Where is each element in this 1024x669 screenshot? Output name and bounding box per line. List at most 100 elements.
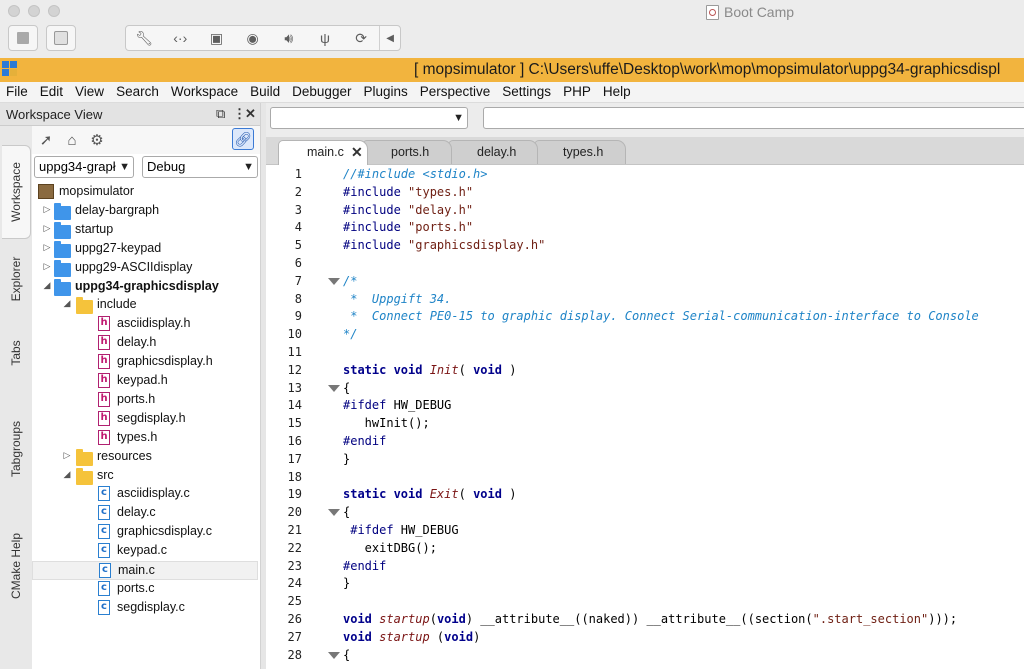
minimize-window-button[interactable] [28,5,40,17]
tree-item[interactable]: c segdisplay.c [32,599,258,618]
line-number: 16 [287,434,302,448]
tree-item[interactable]: h types.h [32,429,258,448]
workspace-header: Workspace View ⧉ ⋮ ✕ [0,103,260,126]
side-tab-cmake-help[interactable]: CMake Help [2,521,30,611]
tree-item[interactable]: c asciidisplay.c [32,485,258,504]
home-icon[interactable]: ⌂ [62,130,82,150]
c-file-icon: c [98,524,110,540]
menu-edit[interactable]: Edit [34,82,69,102]
vm-snapshot-button[interactable] [46,25,76,51]
side-tab-label: CMake Help [9,532,23,600]
code-line: #include "ports.h" [343,219,473,237]
restore-pane-icon[interactable]: ⧉ [216,106,225,122]
usb-icon[interactable]: ψ [307,26,343,50]
menu-plugins[interactable]: Plugins [357,82,413,102]
link-editor-icon[interactable]: 🔗︎ [232,128,254,150]
tree-item[interactable]: h asciidisplay.h [32,315,258,334]
fold-toggle-icon[interactable] [328,651,340,659]
wrench-icon[interactable]: 🔧︎ [126,26,162,50]
line-number: 13 [287,380,302,395]
menu-workspace[interactable]: Workspace [165,82,244,102]
header-file-icon: h [98,429,110,445]
side-tab-tabs[interactable]: Tabs [2,333,30,373]
hdd-icon[interactable]: ▣ [198,26,234,50]
expand-arrow-icon[interactable]: ▷ [62,450,72,461]
arrows-icon[interactable]: ‹·› [162,26,198,50]
code-token: Init [429,362,459,377]
expand-arrow-icon[interactable]: ▷ [42,204,52,215]
camera-icon[interactable]: ◉ [235,26,271,50]
zoom-window-button[interactable] [48,5,60,17]
tree-item[interactable]: c keypad.c [32,542,258,561]
tree-item[interactable]: c main.c [32,561,258,580]
menu-search[interactable]: Search [110,82,165,102]
header-file-icon: h [98,391,110,407]
editor-tab[interactable]: main.c ✕ [278,140,368,165]
tree-item[interactable]: c graphicsdisplay.c [32,523,258,542]
tree-item[interactable]: c ports.c [32,580,258,599]
close-pane-icon[interactable]: ✕ [245,106,256,122]
close-window-button[interactable] [8,5,20,17]
editor-tab[interactable]: delay.h [448,140,538,164]
tree-item[interactable]: ▷ uppg27-keypad [32,240,258,259]
tree-item[interactable]: ◢ uppg34-graphicsdisplay [32,278,258,297]
fold-toggle-icon[interactable] [328,384,340,392]
tree-item[interactable]: ▷ delay-bargraph [32,202,258,221]
editor-tab-label: ports.h [391,145,430,159]
tree-item[interactable]: ▷ uppg29-ASCIIdisplay [32,259,258,278]
tree-item-label: include [97,297,137,312]
tree-item[interactable]: h delay.h [32,334,258,353]
tree-item[interactable]: c delay.c [32,504,258,523]
project-select[interactable]: uppg34-grapł ▼ [34,156,134,178]
collapse-arrow-icon[interactable]: ◢ [62,298,72,309]
collapse-arrow-icon[interactable]: ◢ [42,280,52,291]
close-tab-icon[interactable]: ✕ [351,141,363,163]
fold-toggle-icon[interactable] [328,277,340,285]
menu-debugger[interactable]: Debugger [286,82,357,102]
scope-select[interactable]: ▼ [270,107,468,129]
side-tab-tabgroups[interactable]: Tabgroups [2,413,30,485]
tree-item[interactable]: h ports.h [32,391,258,410]
menu-perspective[interactable]: Perspective [414,82,497,102]
function-select[interactable] [483,107,1024,129]
tree-item[interactable]: ▷ startup [32,221,258,240]
line-number: 1 [294,167,302,181]
configuration-select[interactable]: Debug ▼ [142,156,258,178]
tree-item[interactable]: mopsimulator [32,183,258,202]
vm-suspend-button[interactable] [8,25,38,51]
side-tab-workspace[interactable]: Workspace [2,145,31,239]
line-number: 11 [287,345,302,359]
menu-build[interactable]: Build [244,82,286,102]
side-tab-explorer[interactable]: Explorer [2,249,30,309]
send-icon[interactable]: ➚ [36,130,56,150]
tree-item[interactable]: h graphicsdisplay.h [32,353,258,372]
tree-item-label: asciidisplay.c [117,486,190,501]
code-token: * Connect PE0-15 to graphic display. Con… [343,309,979,324]
code-editor[interactable]: //#include <stdio.h> #include "types.h" #i… [340,165,1024,669]
editor-tab[interactable]: types.h [534,140,626,164]
menu-settings[interactable]: Settings [496,82,557,102]
chevron-left-icon[interactable]: ◀ [379,26,400,50]
menu-help[interactable]: Help [597,82,637,102]
expand-arrow-icon[interactable]: ▷ [42,261,52,272]
expand-arrow-icon[interactable]: ▷ [42,242,52,253]
tree-item-label: uppg34-graphicsdisplay [75,278,219,293]
gear-icon[interactable]: ⚙ [87,130,107,150]
refresh-icon[interactable]: ⟳ [343,26,379,50]
menu-view[interactable]: View [69,82,110,102]
code-line: #include "delay.h" [343,202,473,220]
code-line: void startup (void) [343,629,480,647]
code-token: /* [343,273,358,288]
tree-item[interactable]: ▷ resources [32,448,258,467]
menu-php[interactable]: PHP [557,82,597,102]
editor-tab[interactable]: ports.h [362,140,452,164]
expand-arrow-icon[interactable]: ▷ [42,223,52,234]
speaker-icon[interactable]: 🔊︎ [271,26,307,50]
tree-item[interactable]: ◢ include [32,296,258,315]
tree-item[interactable]: h keypad.h [32,372,258,391]
tree-item[interactable]: h segdisplay.h [32,410,258,429]
menu-file[interactable]: File [0,82,34,102]
tree-item[interactable]: ◢ src [32,467,258,486]
collapse-arrow-icon[interactable]: ◢ [62,469,72,480]
fold-toggle-icon[interactable] [328,509,340,517]
